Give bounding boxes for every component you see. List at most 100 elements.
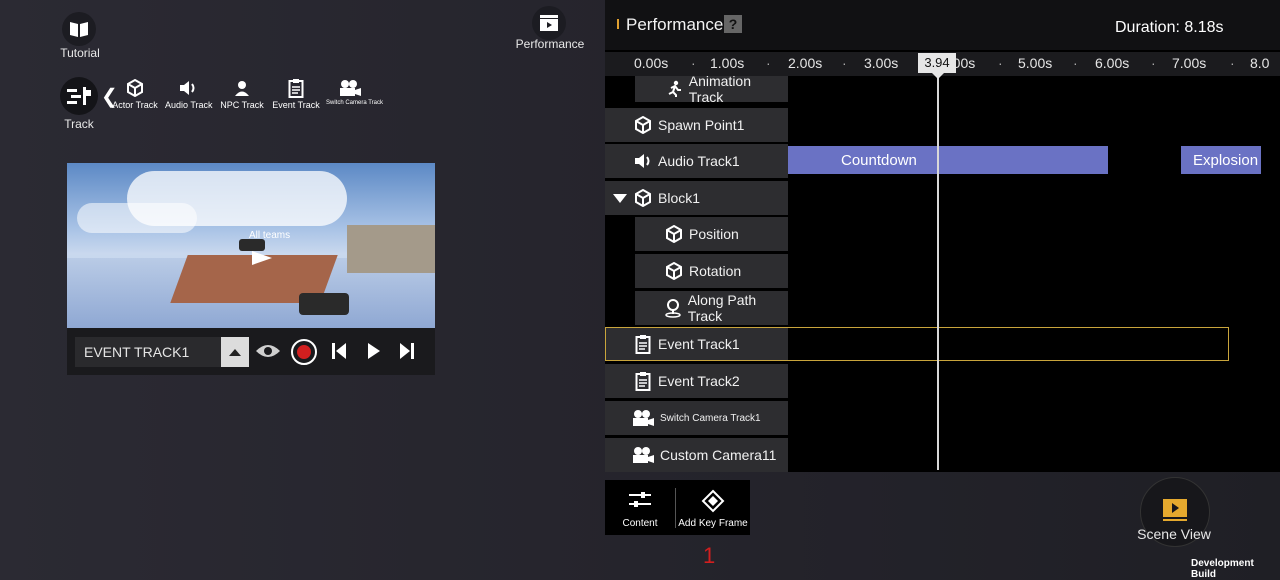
track-lane[interactable] (788, 401, 1280, 435)
switch-camera-track-button[interactable]: Switch Camera Track (326, 78, 384, 106)
track-row-event-1[interactable]: Event Track1 (605, 327, 1280, 361)
track-label-cell: Custom Camera11 (605, 438, 788, 472)
track-button[interactable] (60, 77, 98, 115)
timeline-panel: Performance1 ? Duration: 8.18s 0.00s · 1… (605, 0, 1280, 472)
track-row-event-2[interactable]: Event Track2 (605, 364, 1280, 398)
tick-label: 7.00s (1172, 55, 1207, 71)
audio-clip-explosion[interactable]: Explosion (1181, 146, 1261, 174)
playhead-value: 3.94 (924, 55, 950, 70)
camera-icon (326, 78, 374, 98)
track-row-block[interactable]: Block1 (605, 181, 1280, 215)
scene-text: All teams (249, 230, 291, 241)
npc-track-button[interactable]: NPC Track (219, 78, 265, 110)
track-lane[interactable] (788, 76, 1280, 102)
speaker-icon (165, 78, 211, 98)
tick-dot: · (1230, 55, 1235, 71)
record-button[interactable] (291, 339, 317, 365)
track-lane[interactable] (788, 108, 1280, 142)
keyframe-label: Add Key Frame (678, 518, 748, 529)
cube-icon (632, 187, 654, 209)
add-key-frame-button[interactable]: Add Key Frame (676, 480, 750, 535)
playhead-marker[interactable]: 3.94 (918, 53, 956, 73)
duration-text: Duration: 8.18s (1115, 19, 1224, 36)
track-row-switch-camera[interactable]: Switch Camera Track1 (605, 401, 1280, 435)
track-row-spawn-point[interactable]: Spawn Point1 (605, 108, 1280, 142)
book-icon (62, 12, 96, 46)
cube-icon (663, 223, 685, 245)
tick-label: 6.00s (1095, 55, 1130, 71)
track-name-field[interactable]: EVENT TRACK1 (75, 337, 221, 367)
video-play-icon (1162, 498, 1188, 527)
tutorial-button[interactable] (62, 12, 98, 46)
track-label-cell: Switch Camera Track1 (605, 401, 788, 435)
track-name: Custom Camera11 (660, 447, 777, 463)
performance-button[interactable] (532, 6, 568, 40)
track-name: Along Path Track (687, 292, 757, 324)
track-label-cell: Spawn Point1 (605, 108, 788, 142)
tick-dot: · (766, 55, 771, 71)
track-lane[interactable] (788, 181, 1280, 215)
track-lane[interactable]: Countdown Explosion (788, 144, 1280, 178)
help-icon[interactable]: ? (724, 15, 742, 33)
timeline-title: Performance1 (626, 15, 733, 34)
track-icon (67, 87, 91, 105)
audio-track-button[interactable]: Audio Track (165, 78, 213, 110)
play-icon[interactable] (367, 342, 381, 365)
track-lane[interactable] (788, 291, 1280, 325)
track-row-custom-camera[interactable]: Custom Camera11 (605, 438, 1280, 472)
track-lane[interactable] (788, 364, 1280, 398)
toolbar-label: Switch Camera Track (326, 100, 384, 106)
speaker-icon (632, 150, 654, 172)
tick-dot: · (842, 55, 847, 71)
track-label-cell: Rotation (635, 254, 788, 288)
track-row-along-path[interactable]: Along Path Track (605, 291, 1280, 325)
track-lane[interactable] (788, 217, 1280, 251)
clipboard-icon (272, 78, 320, 98)
track-label-cell: Event Track2 (605, 364, 788, 398)
track-row-animation[interactable]: Animation Track (605, 73, 1280, 105)
performance-label: Performance (515, 37, 585, 51)
track-name: Block1 (658, 190, 701, 206)
preview-controls: EVENT TRACK1 (67, 328, 435, 375)
cube-icon (663, 260, 685, 282)
content-button[interactable]: Content (605, 480, 675, 535)
expand-caret-icon[interactable] (613, 193, 627, 203)
track-name: Event Track2 (658, 373, 740, 389)
track-row-audio[interactable]: Audio Track1 Countdown Explosion (605, 144, 1280, 178)
content-label: Content (622, 518, 658, 529)
audio-clip-countdown[interactable]: Countdown (788, 146, 1108, 174)
arrow-up-icon (229, 348, 241, 356)
skip-back-icon[interactable] (331, 342, 347, 365)
actor-track-button[interactable]: Actor Track (112, 78, 158, 110)
track-name: Switch Camera Track1 (660, 412, 761, 424)
track-lane[interactable] (788, 438, 1280, 472)
tick-dot: · (1073, 55, 1078, 71)
camera-icon (630, 407, 656, 429)
track-row-rotation[interactable]: Rotation (605, 254, 1280, 288)
track-name: Spawn Point1 (658, 117, 745, 133)
sliders-icon (627, 490, 653, 510)
track-label-cell: Along Path Track (635, 291, 788, 325)
cube-icon (632, 114, 654, 136)
tick-dot: · (691, 55, 696, 71)
skip-forward-icon[interactable] (399, 342, 415, 365)
page-number: 1 (703, 543, 716, 568)
clip-label: Explosion (1193, 151, 1259, 169)
toolbar-label: Event Track (272, 100, 320, 110)
tick-label: 3.00s (864, 55, 899, 71)
title-accent (617, 19, 619, 29)
tick-label: 0.00s (634, 55, 669, 71)
toolbar-label: Actor Track (112, 100, 158, 110)
brick-wall (347, 225, 435, 273)
eye-icon[interactable] (255, 342, 281, 365)
track-label-cell: Animation Track (635, 73, 788, 105)
event-track-button[interactable]: Event Track (272, 78, 320, 110)
track-label-cell: Block1 (605, 181, 788, 215)
track-label: Track (64, 117, 94, 131)
development-build-label: Development Build (1191, 558, 1254, 580)
tick-label: 8.0 (1250, 55, 1270, 71)
expand-up-button[interactable] (221, 337, 249, 367)
track-lane[interactable] (788, 254, 1280, 288)
scene-preview[interactable]: All teams (67, 163, 435, 328)
track-row-position[interactable]: Position (605, 217, 1280, 251)
